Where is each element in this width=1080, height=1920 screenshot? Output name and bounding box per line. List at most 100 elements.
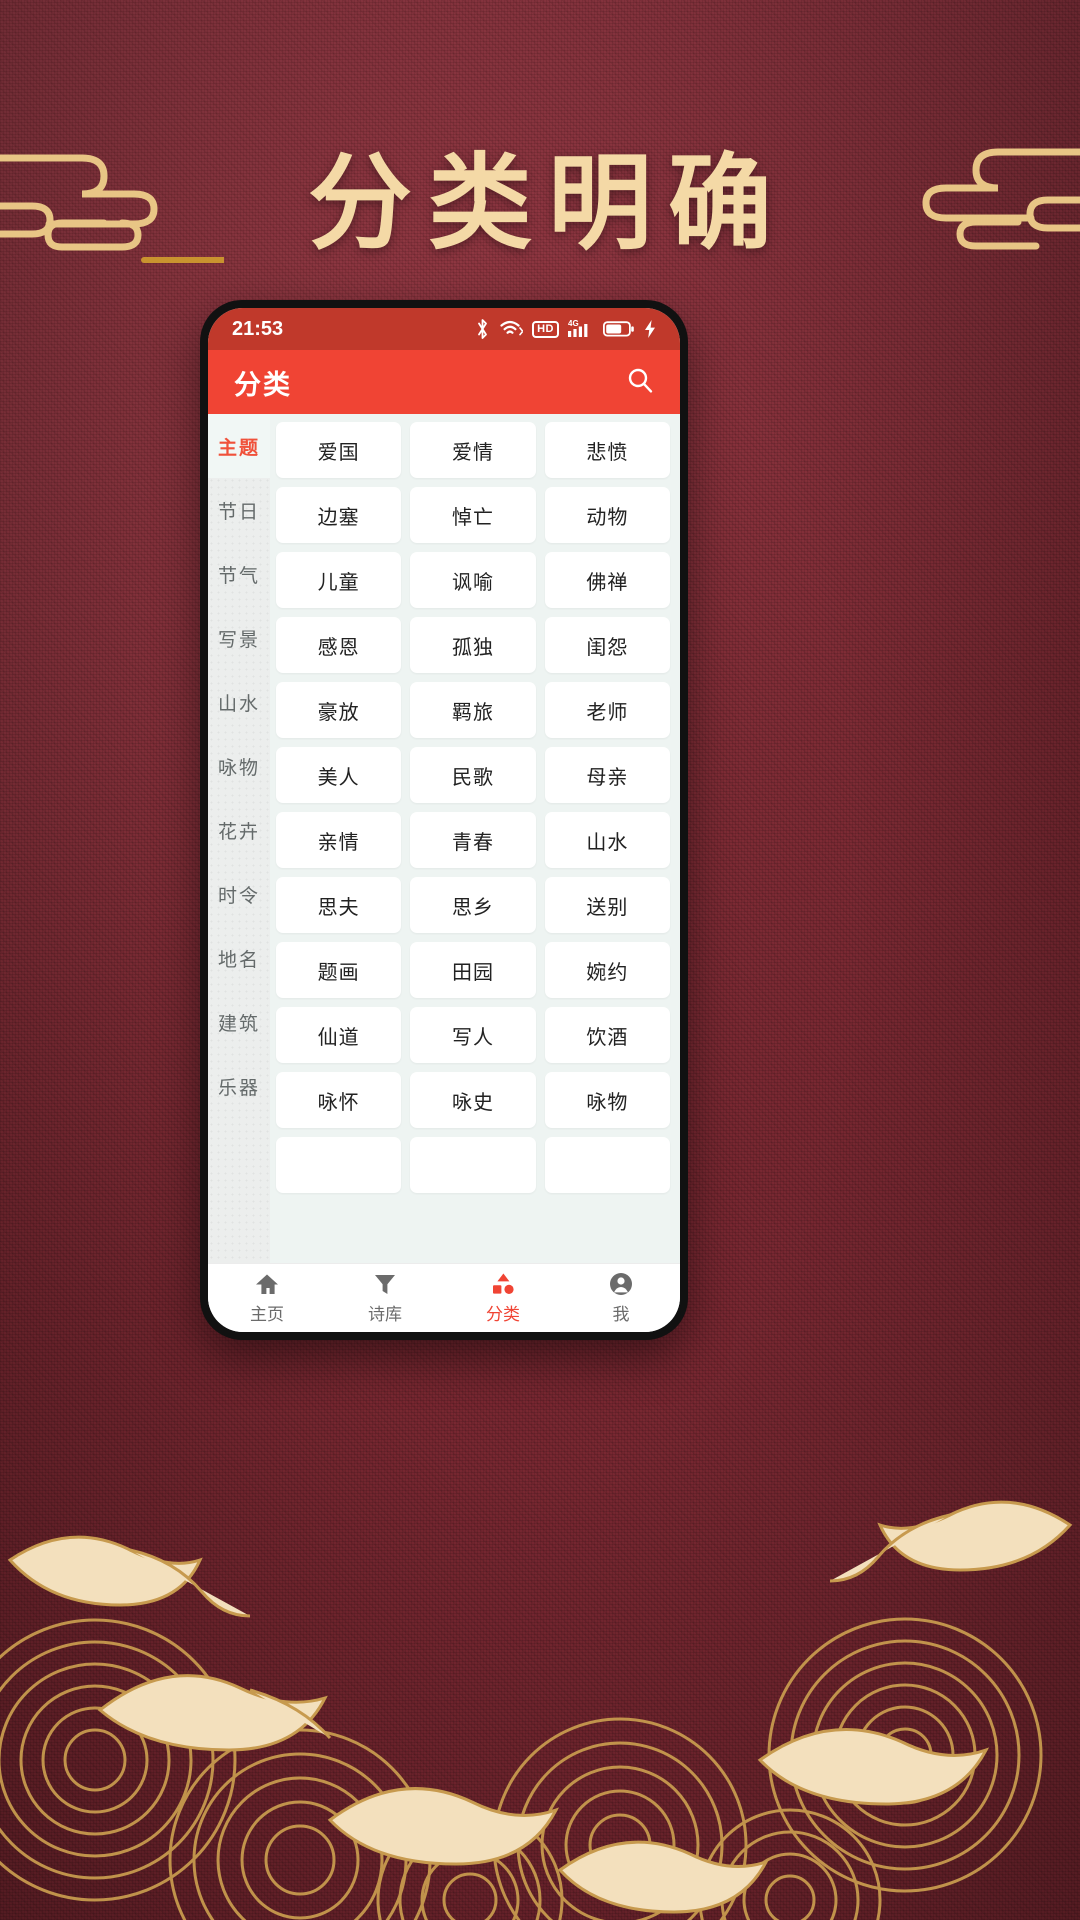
category-chip[interactable]: 动物 [544, 487, 670, 543]
category-chip[interactable]: 羁旅 [410, 682, 536, 738]
category-chip-label: 山水 [586, 831, 629, 854]
category-chip-label: 思夫 [317, 896, 360, 919]
status-time: 21:53 [232, 317, 284, 340]
sidebar-item-7[interactable]: 时令 [208, 862, 270, 926]
sidebar-item-1[interactable]: 节日 [208, 478, 270, 542]
bluetooth-icon [478, 319, 488, 339]
category-chip[interactable]: 咏物 [544, 1072, 670, 1128]
category-chip[interactable]: 孤独 [410, 617, 536, 673]
nav-item-2[interactable]: 分类 [444, 1264, 562, 1332]
sidebar-item-9[interactable]: 建筑 [208, 990, 270, 1054]
sidebar-item-6[interactable]: 花卉 [208, 798, 270, 862]
category-chip[interactable]: 咏史 [410, 1072, 536, 1128]
category-chip[interactable]: 题画 [276, 942, 402, 998]
sidebar-item-5[interactable]: 咏物 [208, 734, 270, 798]
content-area: 主题 节日 节气 写景 山水 咏物 花卉 时令 地名 建筑 乐器 爱国 爱情 悲愤 边塞 悼亡 动物 儿童 讽喻佛… [208, 414, 680, 1263]
category-chip-label: 母亲 [586, 766, 629, 789]
category-chip[interactable]: 老师 [544, 682, 670, 738]
category-chip[interactable]: 田园 [410, 942, 536, 998]
category-chip[interactable] [544, 1137, 670, 1193]
category-chip-label: 仙道 [317, 1026, 360, 1049]
category-chip[interactable]: 母亲 [544, 747, 670, 803]
category-chip[interactable]: 悲愤 [544, 422, 670, 478]
category-chip[interactable]: 美人 [276, 747, 402, 803]
category-chip-label: 讽喻 [451, 571, 494, 594]
sidebar-item-4[interactable]: 山水 [208, 670, 270, 734]
category-chip[interactable]: 山水 [544, 812, 670, 868]
category-chip-label: 婉约 [586, 961, 629, 984]
category-grid: 爱国 爱情 悲愤边塞 悼亡 动物儿童 讽喻 佛禅感恩 孤独 闺怨豪放 羁旅 老师美人 民歌 母亲亲情 青春… [276, 422, 670, 1193]
category-chip-label: 青春 [451, 831, 494, 854]
category-chip-label: 写人 [451, 1026, 494, 1049]
category-chip[interactable]: 饮酒 [544, 1007, 670, 1063]
category-chip-label: 咏物 [586, 1091, 629, 1114]
phone-screen: 21:53 HD 4G 分类 主题 节日 节气 写景 山水 咏物 花卉 时令 地… [208, 308, 680, 1332]
category-chip-label: 豪放 [317, 701, 360, 724]
category-chip-label: 民歌 [451, 766, 494, 789]
category-chip[interactable]: 爱情 [410, 422, 536, 478]
category-chip[interactable]: 青春 [410, 812, 536, 868]
category-chip-label: 亲情 [317, 831, 360, 854]
status-icon-group: HD 4G [475, 318, 656, 340]
category-chip[interactable]: 边塞 [276, 487, 402, 543]
category-chip-label: 咏怀 [317, 1091, 360, 1114]
sidebar-item-0[interactable]: 主题 [208, 414, 270, 478]
sidebar-item-label: 花卉 [217, 821, 260, 843]
battery-icon [603, 321, 634, 337]
sidebar-item-3[interactable]: 写景 [208, 606, 270, 670]
category-sidebar[interactable]: 主题节日节气写景山水咏物花卉时令地名 建筑乐器 [208, 414, 270, 1263]
sidebar-item-label: 时令 [217, 885, 260, 907]
category-chip[interactable]: 思夫 [276, 877, 402, 933]
category-chip-label: 边塞 [317, 506, 360, 529]
category-chip[interactable] [276, 1137, 402, 1193]
search-icon[interactable] [626, 366, 654, 399]
charging-bolt-icon [645, 320, 655, 338]
category-chip[interactable]: 感恩 [276, 617, 402, 673]
nav-item-0[interactable]: 主页 [208, 1264, 326, 1332]
nav-item-1[interactable]: 诗库 [326, 1264, 444, 1332]
sidebar-item-8[interactable]: 地名 [208, 926, 270, 990]
category-chip-label: 美人 [317, 766, 360, 789]
hd-icon: HD [532, 320, 559, 338]
sidebar-item-label: 节日 [217, 501, 260, 523]
category-chip[interactable]: 送别 [544, 877, 670, 933]
category-chip[interactable]: 咏怀 [276, 1072, 402, 1128]
nav-item-label: 主页 [250, 1304, 284, 1324]
svg-text:4G: 4G [568, 319, 579, 328]
category-chip[interactable]: 豪放 [276, 682, 402, 738]
sidebar-item-10[interactable]: 乐器 [208, 1054, 270, 1118]
app-bar: 分类 [208, 350, 680, 414]
nav-item-3[interactable]: 我 [562, 1264, 680, 1332]
category-chip[interactable]: 闺怨 [544, 617, 670, 673]
category-chip[interactable]: 思乡 [410, 877, 536, 933]
category-chip-label: 咏史 [451, 1091, 494, 1114]
category-chip[interactable]: 仙道 [276, 1007, 402, 1063]
category-chip-label: 爱情 [451, 441, 494, 464]
category-chip[interactable]: 写人 [410, 1007, 536, 1063]
category-chip[interactable]: 民歌 [410, 747, 536, 803]
category-chip-label: 思乡 [451, 896, 494, 919]
category-chip-label: 田园 [451, 961, 494, 984]
category-chip[interactable]: 佛禅 [544, 552, 670, 608]
app-bar-title: 分类 [234, 369, 292, 400]
sidebar-item-label: 山水 [217, 693, 260, 715]
category-chip-label: 爱国 [317, 441, 360, 464]
sidebar-item-2[interactable]: 节气 [208, 542, 270, 606]
bottom-navigation: 主页 诗库 分类 我 [208, 1263, 680, 1332]
sidebar-item-label: 咏物 [217, 757, 260, 779]
category-chip[interactable]: 婉约 [544, 942, 670, 998]
category-chip[interactable]: 爱国 [276, 422, 402, 478]
category-chip[interactable] [410, 1137, 536, 1193]
sidebar-item-label: 主题 [217, 437, 260, 459]
category-chip-label: 羁旅 [451, 701, 494, 724]
category-grid-scroll[interactable]: 爱国 爱情 悲愤边塞 悼亡 动物儿童 讽喻 佛禅感恩 孤独 闺怨豪放 羁旅 老师美人 民歌 母亲亲情 青春… [270, 414, 680, 1263]
shapes-icon [491, 1272, 515, 1296]
category-chip[interactable]: 亲情 [276, 812, 402, 868]
category-chip[interactable]: 悼亡 [410, 487, 536, 543]
category-chip[interactable]: 儿童 [276, 552, 402, 608]
phone-mockup: 21:53 HD 4G 分类 主题 节日 节气 写景 山水 咏物 花卉 时令 地… [200, 300, 688, 1340]
category-chip[interactable]: 讽喻 [410, 552, 536, 608]
nav-item-label: 我 [612, 1304, 630, 1324]
sidebar-item-label: 节气 [217, 565, 260, 587]
sidebar-item-label: 乐器 [217, 1077, 260, 1099]
